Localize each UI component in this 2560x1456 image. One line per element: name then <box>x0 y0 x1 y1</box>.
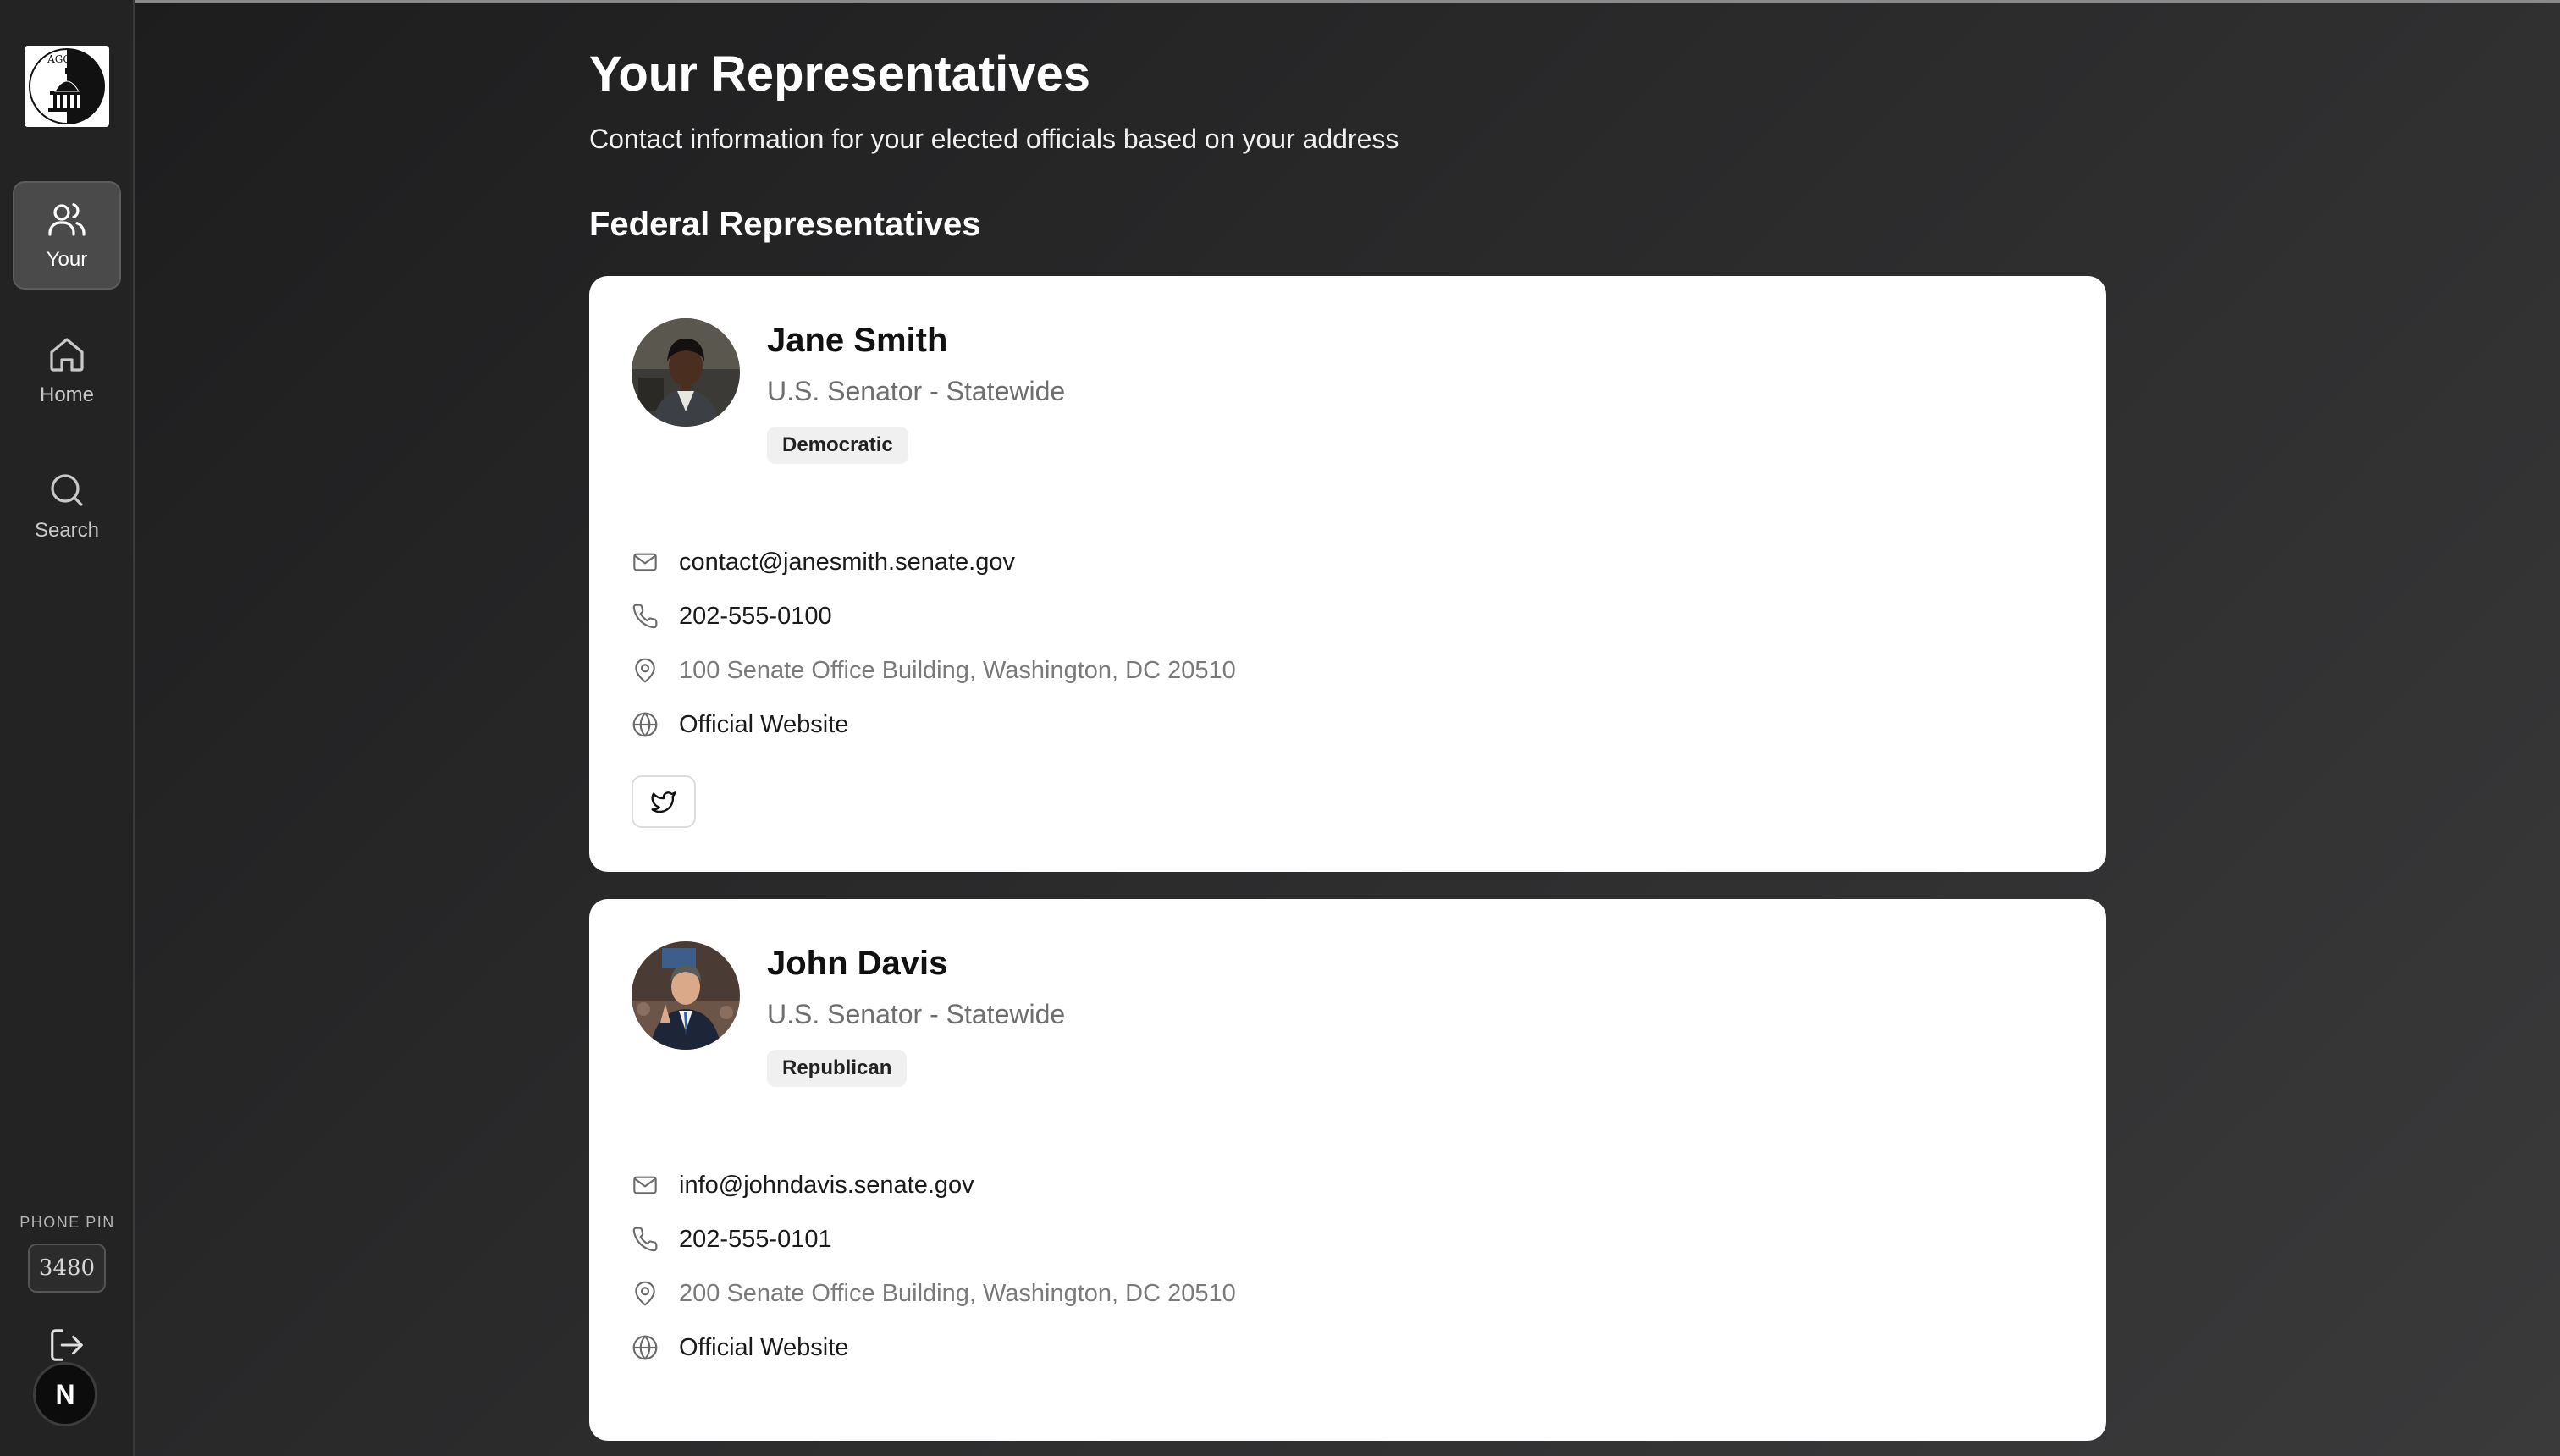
representative-card: Jane Smith U.S. Senator - Statewide Demo… <box>589 276 2106 872</box>
representative-name: Jane Smith <box>767 322 948 359</box>
representative-photo <box>632 941 740 1050</box>
twitter-button[interactable] <box>632 775 696 828</box>
sidebar-item-label: Home <box>39 383 95 406</box>
map-pin-icon <box>635 658 655 683</box>
twitter-icon <box>651 791 676 813</box>
representative-photo <box>632 318 740 427</box>
logout-icon <box>51 1329 83 1361</box>
mail-icon <box>633 553 657 571</box>
phone-pin-value: 3480 <box>28 1244 106 1293</box>
address-text: 200 Senate Office Building, Washington, … <box>679 1279 1236 1307</box>
email-row[interactable]: contact@janesmith.senate.gov <box>632 545 1015 579</box>
sidebar: AGORA Your Home Search PHONE PIN 3480 N <box>0 0 135 1456</box>
representative-card: John Davis U.S. Senator - Statewide Repu… <box>589 899 2106 1441</box>
website-link[interactable]: Official Website <box>679 711 848 739</box>
phone-link[interactable]: 202-555-0100 <box>679 603 832 631</box>
logo-text: AGORA <box>47 53 86 65</box>
globe-icon <box>632 1335 658 1360</box>
sidebar-item-your[interactable]: Your <box>13 181 121 290</box>
phone-icon <box>632 1227 658 1252</box>
sidebar-item-search[interactable]: Search <box>13 452 121 560</box>
representative-office: U.S. Senator - Statewide <box>767 999 1066 1029</box>
page-title: Your Representatives <box>589 47 1091 102</box>
sidebar-item-home[interactable]: Home <box>13 317 121 425</box>
logout-button[interactable] <box>47 1326 86 1365</box>
agora-logo[interactable]: AGORA <box>25 46 109 127</box>
representative-office: U.S. Senator - Statewide <box>767 376 1066 406</box>
party-badge: Republican <box>767 1050 908 1087</box>
search-icon <box>51 474 83 506</box>
globe-icon <box>632 712 658 737</box>
party-badge: Democratic <box>767 427 908 464</box>
phone-row[interactable]: 202-555-0100 <box>632 599 832 633</box>
phone-icon <box>632 604 658 629</box>
address-row: 200 Senate Office Building, Washington, … <box>632 1277 1236 1310</box>
phone-row[interactable]: 202-555-0101 <box>632 1222 832 1256</box>
phone-link[interactable]: 202-555-0101 <box>679 1226 832 1254</box>
address-text: 100 Senate Office Building, Washington, … <box>679 656 1236 684</box>
sidebar-item-label: Search <box>34 519 100 542</box>
representative-name: John Davis <box>767 945 948 982</box>
map-pin-icon <box>635 1281 655 1306</box>
email-link[interactable]: info@johndavis.senate.gov <box>679 1172 974 1200</box>
website-row[interactable]: Official Website <box>632 1331 848 1365</box>
home-icon <box>50 338 84 372</box>
address-row: 100 Senate Office Building, Washington, … <box>632 654 1236 687</box>
sidebar-item-label: Your <box>46 248 88 271</box>
email-link[interactable]: contact@janesmith.senate.gov <box>679 549 1015 576</box>
email-row[interactable]: info@johndavis.senate.gov <box>632 1168 974 1202</box>
mail-icon <box>633 1176 657 1194</box>
avatar[interactable]: N <box>33 1362 97 1426</box>
phone-pin-label: PHONE PIN <box>19 1214 115 1231</box>
top-border <box>0 0 2560 3</box>
page-subtitle: Contact information for your elected off… <box>589 124 1399 154</box>
website-link[interactable]: Official Website <box>679 1334 848 1362</box>
users-icon <box>48 203 86 236</box>
website-row[interactable]: Official Website <box>632 708 848 742</box>
section-title: Federal Representatives <box>589 206 981 243</box>
